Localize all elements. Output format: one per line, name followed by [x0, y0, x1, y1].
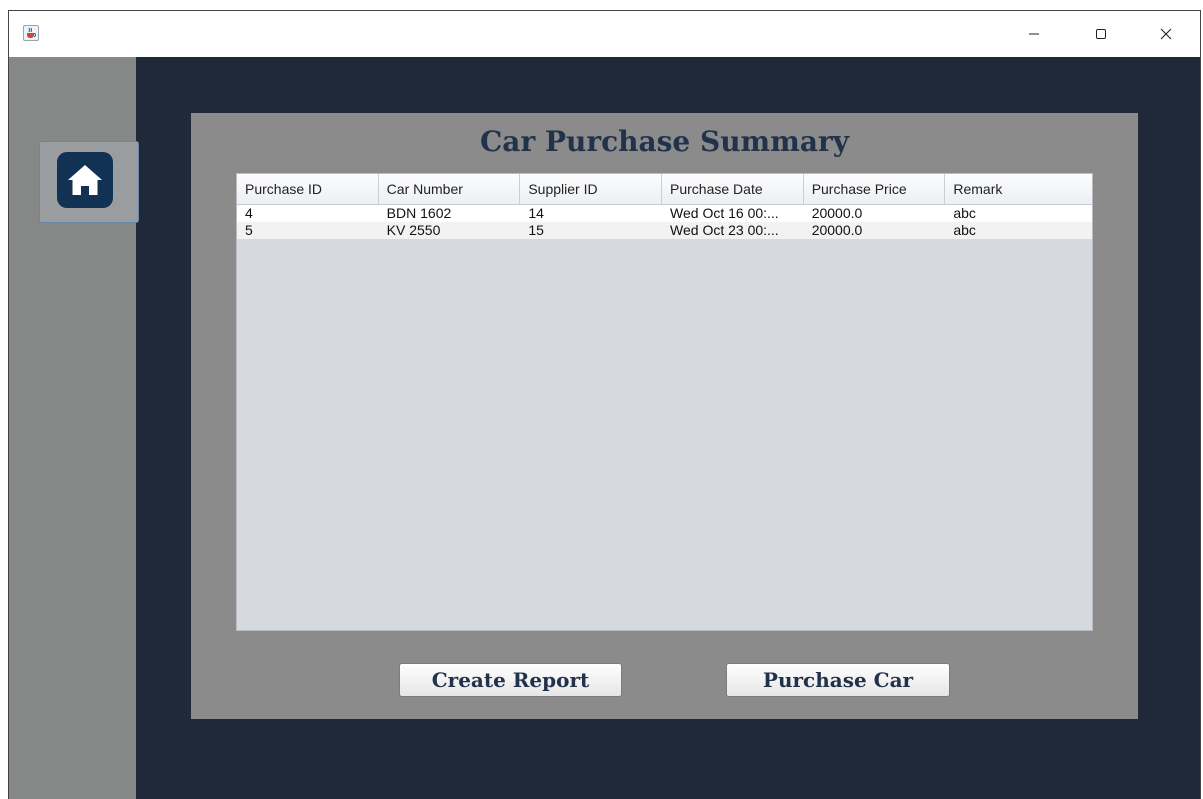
home-button[interactable] — [39, 141, 139, 223]
table-row[interactable]: 4 BDN 1602 14 Wed Oct 16 00:... 20000.0 … — [237, 205, 1092, 222]
table-cell: BDN 1602 — [386, 205, 452, 221]
table-cell: 4 — [245, 205, 253, 221]
table-cell: 14 — [528, 205, 544, 221]
column-header-purchase-date[interactable]: Purchase Date — [662, 174, 804, 204]
column-header-remark[interactable]: Remark — [945, 174, 1092, 204]
create-report-button[interactable]: Create Report — [399, 663, 622, 697]
table-cell: KV 2550 — [386, 222, 441, 238]
minimize-icon — [1029, 33, 1039, 35]
app-window: Car Purchase Summary Purchase ID Car Num… — [8, 10, 1201, 799]
purchase-car-button[interactable]: Purchase Car — [726, 663, 950, 697]
table-header: Purchase ID Car Number Supplier ID Purch… — [237, 174, 1092, 205]
home-icon — [68, 165, 102, 195]
table-cell: abc — [953, 222, 976, 238]
table-cell: Wed Oct 16 00:... — [670, 205, 779, 221]
close-icon — [1160, 28, 1172, 40]
table-cell: 5 — [245, 222, 253, 238]
sidebar — [9, 57, 139, 799]
maximize-button[interactable] — [1078, 19, 1124, 49]
table-cell: abc — [953, 205, 976, 221]
column-header-car-number[interactable]: Car Number — [379, 174, 521, 204]
purchase-table[interactable]: Purchase ID Car Number Supplier ID Purch… — [236, 173, 1093, 631]
title-bar[interactable] — [9, 11, 1200, 57]
table-cell: 20000.0 — [811, 205, 863, 221]
page-title: Car Purchase Summary — [480, 125, 849, 158]
home-icon-tile — [57, 152, 113, 208]
close-button[interactable] — [1143, 19, 1189, 49]
minimize-button[interactable] — [1011, 19, 1057, 49]
table-row[interactable]: 5 KV 2550 15 Wed Oct 23 00:... 20000.0 a… — [237, 222, 1092, 239]
java-cup-icon — [23, 25, 39, 41]
column-header-supplier-id[interactable]: Supplier ID — [520, 174, 663, 204]
table-cell: Wed Oct 23 00:... — [670, 222, 779, 238]
table-cell: 15 — [528, 222, 544, 238]
purchase-summary-panel: Car Purchase Summary Purchase ID Car Num… — [191, 113, 1138, 719]
column-header-purchase-price[interactable]: Purchase Price — [804, 174, 946, 204]
table-cell: 20000.0 — [811, 222, 863, 238]
column-header-purchase-id[interactable]: Purchase ID — [237, 174, 379, 204]
maximize-icon — [1096, 29, 1106, 39]
